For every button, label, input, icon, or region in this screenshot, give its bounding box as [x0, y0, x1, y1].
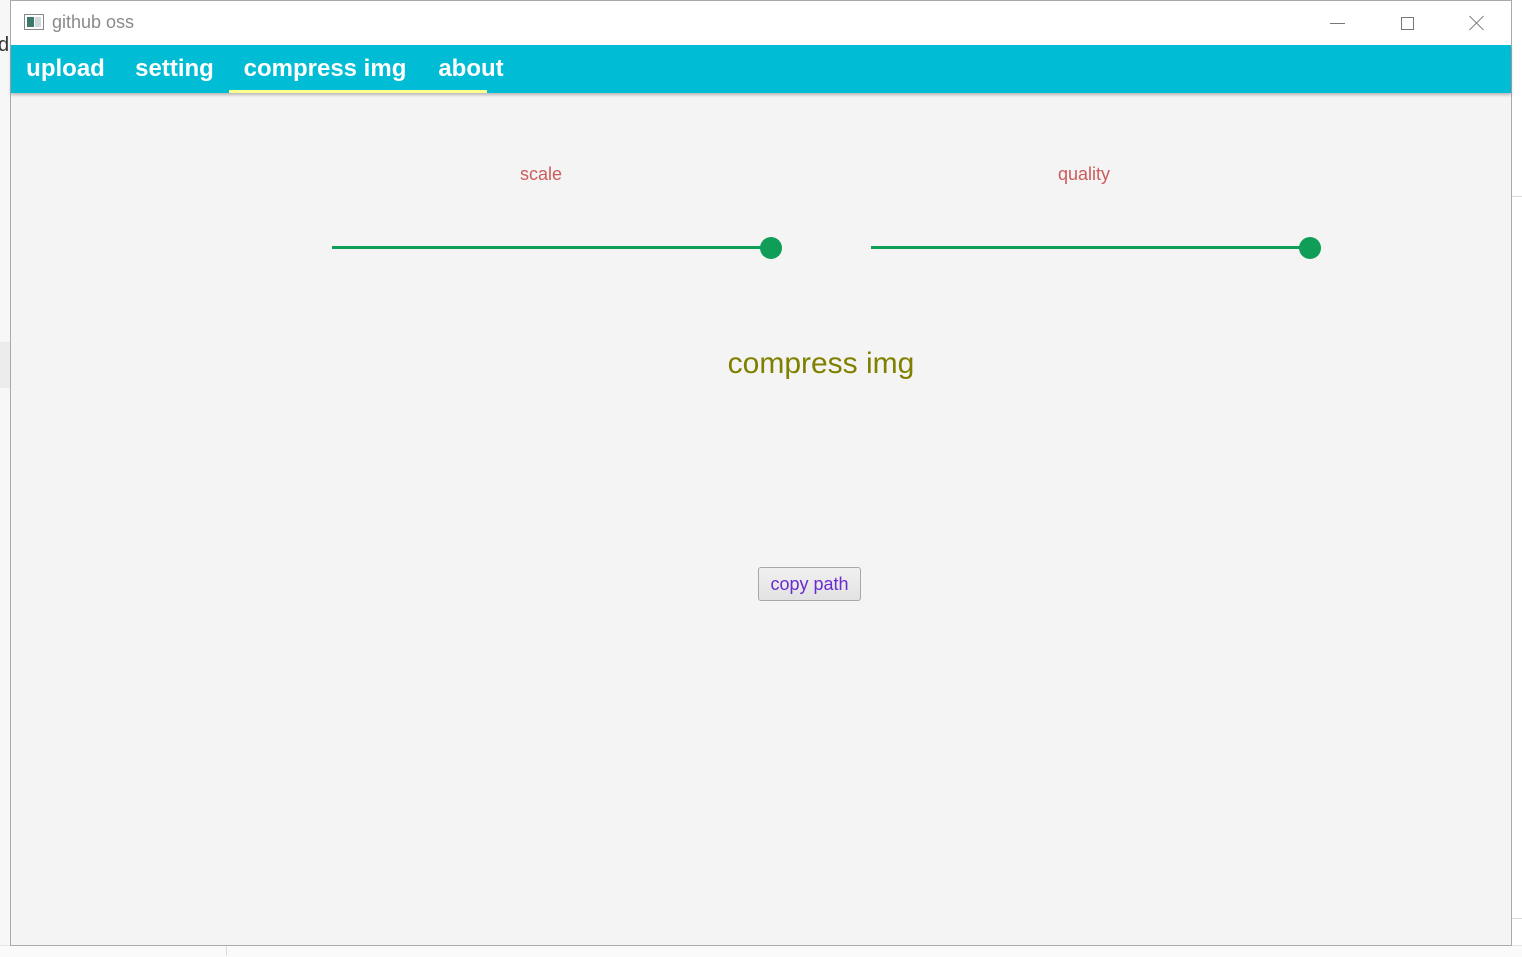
quality-slider[interactable]: [871, 236, 1321, 260]
scale-slider-thumb[interactable]: [760, 237, 782, 259]
tab-about[interactable]: about: [421, 45, 521, 93]
title-bar[interactable]: github oss: [11, 1, 1511, 45]
maximize-icon: [1400, 16, 1414, 30]
quality-label: quality: [1057, 164, 1111, 184]
desktop-bottom-strip: [0, 945, 1522, 957]
scale-slider[interactable]: [332, 236, 782, 260]
close-icon: [1468, 14, 1486, 32]
quality-slider-thumb[interactable]: [1299, 237, 1321, 259]
desktop-left-strip: [0, 0, 10, 956]
app-icon: [24, 14, 44, 30]
app-window: github oss upload setting compress img a…: [10, 0, 1512, 946]
window-title: github oss: [52, 12, 135, 32]
desktop-bottom-divider: [226, 945, 227, 956]
desktop-right-divider: [1512, 918, 1522, 919]
minimize-button[interactable]: [1302, 1, 1372, 45]
tab-compress-img[interactable]: compress img: [229, 45, 421, 93]
tab-bar: upload setting compress img about: [11, 45, 1511, 93]
close-button[interactable]: [1442, 1, 1512, 45]
quality-slider-track[interactable]: [871, 246, 1310, 249]
tab-setting[interactable]: setting: [120, 45, 229, 93]
tab-selected-indicator: [229, 90, 487, 93]
scale-label: scale: [519, 164, 563, 184]
background-text: d: [0, 34, 10, 56]
maximize-button[interactable]: [1372, 1, 1442, 45]
desktop-right-divider: [1512, 196, 1522, 197]
copy-path-button[interactable]: copy path: [758, 567, 861, 601]
background-block: [0, 342, 10, 388]
compress-heading: compress img: [727, 347, 915, 380]
tab-upload[interactable]: upload: [11, 45, 120, 93]
scale-slider-track[interactable]: [332, 246, 771, 249]
minimize-icon: [1329, 22, 1345, 24]
